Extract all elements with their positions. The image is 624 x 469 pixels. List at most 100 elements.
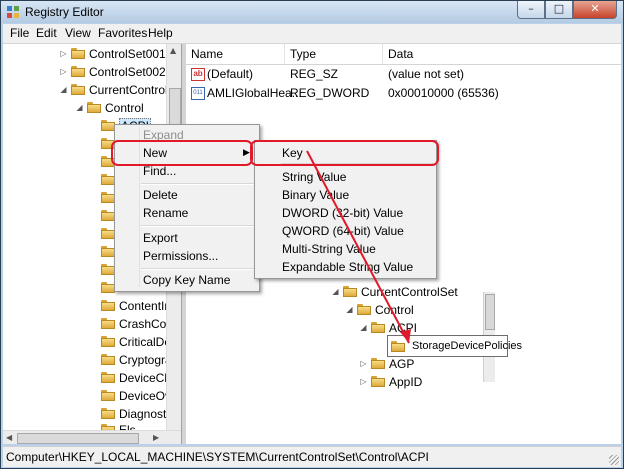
value-data: 0x00010000 (65536) bbox=[388, 86, 499, 100]
value-name: (Default) bbox=[207, 67, 254, 81]
tree-node-label: ControlSet002 bbox=[89, 64, 166, 79]
tree-node-currentcontrolset[interactable]: ◢ CurrentControlSet bbox=[59, 81, 181, 98]
column-header-type[interactable]: Type bbox=[290, 47, 316, 61]
folder-icon bbox=[71, 66, 85, 77]
window-controls: – □ ✕ bbox=[517, 1, 617, 19]
inset-node-currentcontrolset[interactable]: ◢ CurrentControlSet bbox=[331, 283, 457, 300]
folder-icon bbox=[101, 192, 115, 203]
menu-bar: File Edit View Favorites Help bbox=[3, 24, 621, 44]
tree-node-label: AppID bbox=[389, 374, 423, 389]
folder-open-icon bbox=[87, 102, 101, 113]
collapse-arrow-icon[interactable]: ◢ bbox=[359, 323, 368, 332]
scroll-thumb[interactable] bbox=[485, 294, 495, 330]
inset-node-agp[interactable]: ▷ AGP bbox=[359, 355, 414, 372]
folder-icon bbox=[101, 282, 115, 293]
table-row[interactable]: 011 AMLIGlobalHea... REG_DWORD 0x0001000… bbox=[186, 84, 621, 102]
column-divider[interactable] bbox=[284, 44, 285, 64]
resize-grip-icon[interactable] bbox=[609, 455, 619, 465]
inset-node-acpi[interactable]: ◢ ACPI bbox=[359, 319, 417, 336]
new-key-rename-box[interactable]: StorageDevicePolicies bbox=[387, 335, 522, 357]
folder-icon bbox=[101, 336, 115, 347]
menu-separator bbox=[141, 268, 255, 270]
expand-arrow-icon[interactable]: ▷ bbox=[359, 377, 368, 386]
folder-icon bbox=[101, 354, 115, 365]
folder-icon bbox=[101, 246, 115, 257]
menu-item-copy-key-name[interactable]: Copy Key Name bbox=[143, 273, 230, 287]
folder-icon bbox=[101, 120, 115, 131]
tree-node-label: Control bbox=[105, 100, 144, 115]
menu-separator bbox=[141, 183, 255, 185]
menu-favorites[interactable]: Favorites bbox=[98, 26, 147, 40]
submenu-item-binary-value[interactable]: Binary Value bbox=[282, 188, 349, 202]
menu-item-find[interactable]: Find... bbox=[143, 164, 176, 178]
expand-arrow-icon[interactable]: ▷ bbox=[59, 67, 68, 76]
folder-icon bbox=[101, 228, 115, 239]
tree-node-contentin[interactable]: ContentIn bbox=[101, 297, 171, 314]
menu-edit[interactable]: Edit bbox=[36, 26, 57, 40]
inset-node-appid[interactable]: ▷ AppID bbox=[359, 373, 422, 390]
folder-icon bbox=[371, 358, 385, 369]
inset-node-control[interactable]: ◢ Control bbox=[345, 301, 414, 318]
collapse-arrow-icon[interactable]: ◢ bbox=[331, 287, 340, 296]
value-type: REG_DWORD bbox=[290, 86, 370, 100]
menu-file[interactable]: File bbox=[10, 26, 29, 40]
folder-open-icon bbox=[371, 322, 385, 333]
scroll-up-icon[interactable]: ▲ bbox=[170, 46, 176, 55]
column-header-data[interactable]: Data bbox=[388, 47, 413, 61]
menu-view[interactable]: View bbox=[65, 26, 91, 40]
tree-node-label: AGP bbox=[389, 356, 415, 371]
submenu-item-string-value[interactable]: String Value bbox=[282, 170, 346, 184]
menu-item-export[interactable]: Export bbox=[143, 231, 178, 245]
tree-node-diagnostics[interactable]: Diagnostic bbox=[101, 405, 175, 422]
scroll-left-icon[interactable]: ◀ bbox=[6, 433, 12, 442]
expand-arrow-icon[interactable]: ▷ bbox=[359, 359, 368, 368]
column-header-name[interactable]: Name bbox=[191, 47, 223, 61]
highlight-new-outline bbox=[111, 140, 253, 166]
submenu-item-qword-value[interactable]: QWORD (64-bit) Value bbox=[282, 224, 404, 238]
collapse-arrow-icon[interactable]: ◢ bbox=[59, 85, 68, 94]
submenu-item-expandable-string-value[interactable]: Expandable String Value bbox=[282, 260, 413, 274]
submenu-item-dword-value[interactable]: DWORD (32-bit) Value bbox=[282, 206, 403, 220]
new-key-name[interactable]: StorageDevicePolicies bbox=[409, 340, 522, 352]
scroll-right-icon[interactable]: ▶ bbox=[153, 433, 159, 442]
folder-open-icon bbox=[71, 84, 85, 95]
folder-open-icon bbox=[343, 286, 357, 297]
title-bar[interactable]: Registry Editor – □ ✕ bbox=[1, 1, 623, 23]
folder-icon bbox=[101, 210, 115, 221]
column-divider[interactable] bbox=[382, 44, 383, 64]
binary-value-icon: 011 bbox=[191, 87, 205, 100]
collapse-arrow-icon[interactable]: ◢ bbox=[345, 305, 354, 314]
expand-arrow-icon[interactable]: ▷ bbox=[59, 49, 68, 58]
menu-item-delete[interactable]: Delete bbox=[143, 188, 178, 202]
close-button[interactable]: ✕ bbox=[573, 1, 617, 19]
maximize-button[interactable]: □ bbox=[545, 1, 573, 19]
highlight-key-outline bbox=[250, 140, 439, 166]
window-title: Registry Editor bbox=[25, 5, 104, 19]
folder-icon bbox=[391, 340, 405, 352]
status-path: Computer\HKEY_LOCAL_MACHINE\SYSTEM\Curre… bbox=[6, 450, 429, 464]
tree-node-label: ContentIn bbox=[119, 298, 172, 313]
tree-node-label: ControlSet001 bbox=[89, 46, 166, 61]
folder-icon bbox=[101, 264, 115, 275]
folder-open-icon bbox=[357, 304, 371, 315]
value-type: REG_SZ bbox=[290, 67, 339, 81]
menu-help[interactable]: Help bbox=[148, 26, 173, 40]
folder-icon bbox=[101, 390, 115, 401]
submenu-item-multi-string-value[interactable]: Multi-String Value bbox=[282, 242, 376, 256]
table-row[interactable]: ab (Default) REG_SZ (value not set) bbox=[186, 65, 621, 83]
folder-icon bbox=[101, 318, 115, 329]
tree-horizontal-scrollbar[interactable]: ◀ ▶ bbox=[3, 430, 181, 444]
menu-item-rename[interactable]: Rename bbox=[143, 206, 188, 220]
minimize-button[interactable]: – bbox=[517, 1, 545, 19]
collapse-arrow-icon[interactable]: ◢ bbox=[75, 103, 84, 112]
tree-node-control[interactable]: ◢ Control bbox=[75, 99, 144, 116]
folder-icon bbox=[71, 48, 85, 59]
scroll-thumb[interactable] bbox=[17, 433, 139, 444]
menu-item-permissions[interactable]: Permissions... bbox=[143, 249, 218, 263]
folder-icon bbox=[371, 376, 385, 387]
tree-node-controlset002[interactable]: ▷ ControlSet002 bbox=[59, 63, 166, 80]
status-bar: Computer\HKEY_LOCAL_MACHINE\SYSTEM\Curre… bbox=[3, 446, 621, 467]
registry-editor-icon bbox=[7, 6, 19, 18]
tree-node-controlset001[interactable]: ▷ ControlSet001 bbox=[59, 45, 166, 62]
tree-node-label: Control bbox=[375, 302, 414, 317]
